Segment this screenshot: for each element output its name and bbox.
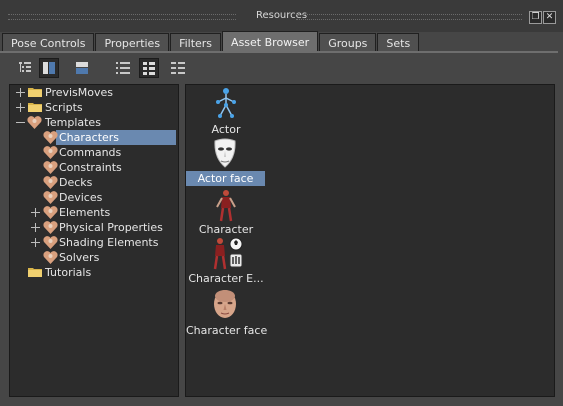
actor-face-icon (214, 138, 236, 168)
tree-item-physical-properties[interactable]: Physical Properties (31, 220, 176, 235)
asset-label: Actor (211, 123, 241, 136)
character-face-icon (214, 290, 236, 318)
tree-item-label: Decks (59, 176, 93, 189)
tab-pose-controls[interactable]: Pose Controls (2, 33, 95, 53)
expand-icon[interactable] (31, 238, 40, 247)
tab-asset-browser[interactable]: Asset Browser (222, 31, 319, 53)
asset-character-extension[interactable]: Character E... (186, 236, 266, 286)
tree-item-label: Shading Elements (59, 236, 159, 249)
tree-item-label: Constraints (59, 161, 122, 174)
template-icon (43, 176, 58, 189)
asset-list[interactable]: Actor Actor face Character Character E..… (185, 84, 555, 397)
asset-character-face[interactable]: Character face (186, 286, 268, 338)
tab-filters[interactable]: Filters (170, 33, 222, 53)
template-icon (27, 116, 42, 129)
tree-item-label: Solvers (59, 251, 100, 264)
tree-item-devices[interactable]: Devices (42, 190, 176, 205)
detail-view-icon[interactable] (139, 58, 159, 78)
tree-item-solvers[interactable]: Solvers (42, 250, 176, 265)
tree-item-constraints[interactable]: Constraints (42, 160, 176, 175)
folder-tree[interactable]: PrevisMoves Scripts Templates Characters… (9, 84, 179, 397)
asset-label: Character face (186, 324, 268, 337)
template-icon (43, 146, 58, 159)
folder-icon (28, 88, 42, 97)
list-view-icon[interactable] (113, 58, 133, 78)
asset-label: Character (198, 223, 254, 236)
tree-item-label: Commands (59, 146, 122, 159)
split-vertical-icon[interactable] (39, 58, 59, 78)
asset-label: Character E... (188, 272, 264, 285)
icon-view-icon[interactable] (168, 58, 188, 78)
tree-item-label: Templates (45, 116, 101, 129)
tree-item-tutorials[interactable]: Tutorials (10, 265, 176, 280)
asset-label: Actor face (186, 171, 265, 186)
tab-bar: Pose Controls Properties Filters Asset B… (2, 31, 420, 53)
toolbar (0, 53, 563, 83)
tree-item-decks[interactable]: Decks (42, 175, 176, 190)
template-icon (43, 161, 58, 174)
title-bar: Resources ❐ ✕ (0, 0, 563, 32)
tree-view-icon[interactable] (15, 58, 35, 78)
tree-item-label: Tutorials (45, 266, 92, 279)
tree-item-label: Characters (59, 131, 120, 144)
collapse-icon[interactable] (16, 118, 25, 127)
tab-properties[interactable]: Properties (95, 33, 170, 53)
template-icon (43, 206, 58, 219)
character-extension-icon (213, 237, 243, 270)
tree-item-label: Physical Properties (59, 221, 163, 234)
tree-item-templates[interactable]: Templates (10, 115, 176, 130)
folder-icon (28, 268, 42, 277)
drag-grip-right[interactable] (296, 14, 522, 20)
expand-icon[interactable] (31, 208, 40, 217)
close-icon[interactable]: ✕ (543, 11, 556, 24)
expand-icon[interactable] (16, 103, 25, 112)
asset-character[interactable]: Character (186, 185, 266, 237)
template-icon (43, 236, 58, 249)
tab-sets[interactable]: Sets (377, 33, 420, 53)
template-icon (43, 131, 58, 144)
tree-item-previsMoves[interactable]: PrevisMoves (10, 85, 176, 100)
tree-item-commands[interactable]: Commands (42, 145, 176, 160)
character-icon (216, 190, 236, 222)
template-icon (43, 191, 58, 204)
tree-item-label: Devices (59, 191, 103, 204)
tree-item-label: Elements (59, 206, 111, 219)
tree-item-scripts[interactable]: Scripts (10, 100, 176, 115)
split-horizontal-icon[interactable] (72, 58, 92, 78)
float-window-icon[interactable]: ❐ (529, 11, 542, 24)
template-icon (43, 251, 58, 264)
expand-icon[interactable] (16, 88, 25, 97)
tree-item-label: PrevisMoves (45, 86, 114, 99)
expand-icon[interactable] (31, 223, 40, 232)
asset-actor[interactable]: Actor (186, 87, 266, 137)
actor-icon (216, 88, 236, 118)
template-icon (43, 221, 58, 234)
tree-item-elements[interactable]: Elements (31, 205, 176, 220)
tree-item-characters[interactable]: Characters (42, 130, 176, 145)
folder-icon (28, 103, 42, 112)
tree-item-label: Scripts (45, 101, 83, 114)
tab-groups[interactable]: Groups (319, 33, 377, 53)
asset-actor-face[interactable]: Actor face (186, 137, 266, 186)
tree-item-shading-elements[interactable]: Shading Elements (31, 235, 176, 250)
